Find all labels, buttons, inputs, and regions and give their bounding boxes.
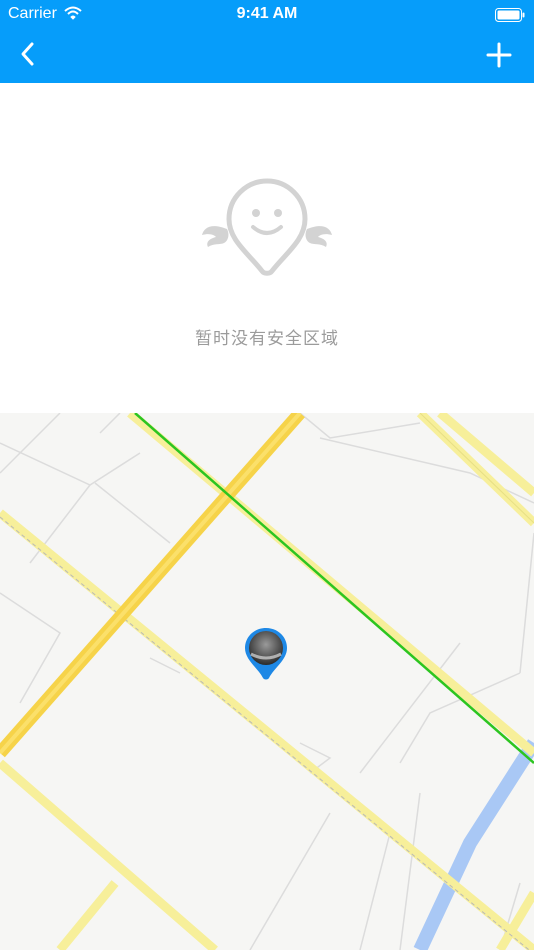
empty-state-message: 暂时没有安全区域 xyxy=(195,329,339,348)
status-bar: Carrier 9:41 AM xyxy=(0,0,534,28)
chevron-left-icon xyxy=(21,42,34,66)
plus-icon xyxy=(486,42,512,68)
back-button[interactable] xyxy=(12,38,46,72)
battery-icon xyxy=(495,8,525,27)
empty-state: 暂时没有安全区域 xyxy=(0,83,534,413)
add-safe-zone-button[interactable] xyxy=(482,38,516,72)
nav-bar xyxy=(0,28,534,83)
avatar-location-pin-icon[interactable] xyxy=(243,626,289,687)
status-time: 9:41 AM xyxy=(236,5,298,22)
map-view[interactable] xyxy=(0,413,534,950)
smiling-location-pin-with-wings-icon xyxy=(200,177,334,288)
